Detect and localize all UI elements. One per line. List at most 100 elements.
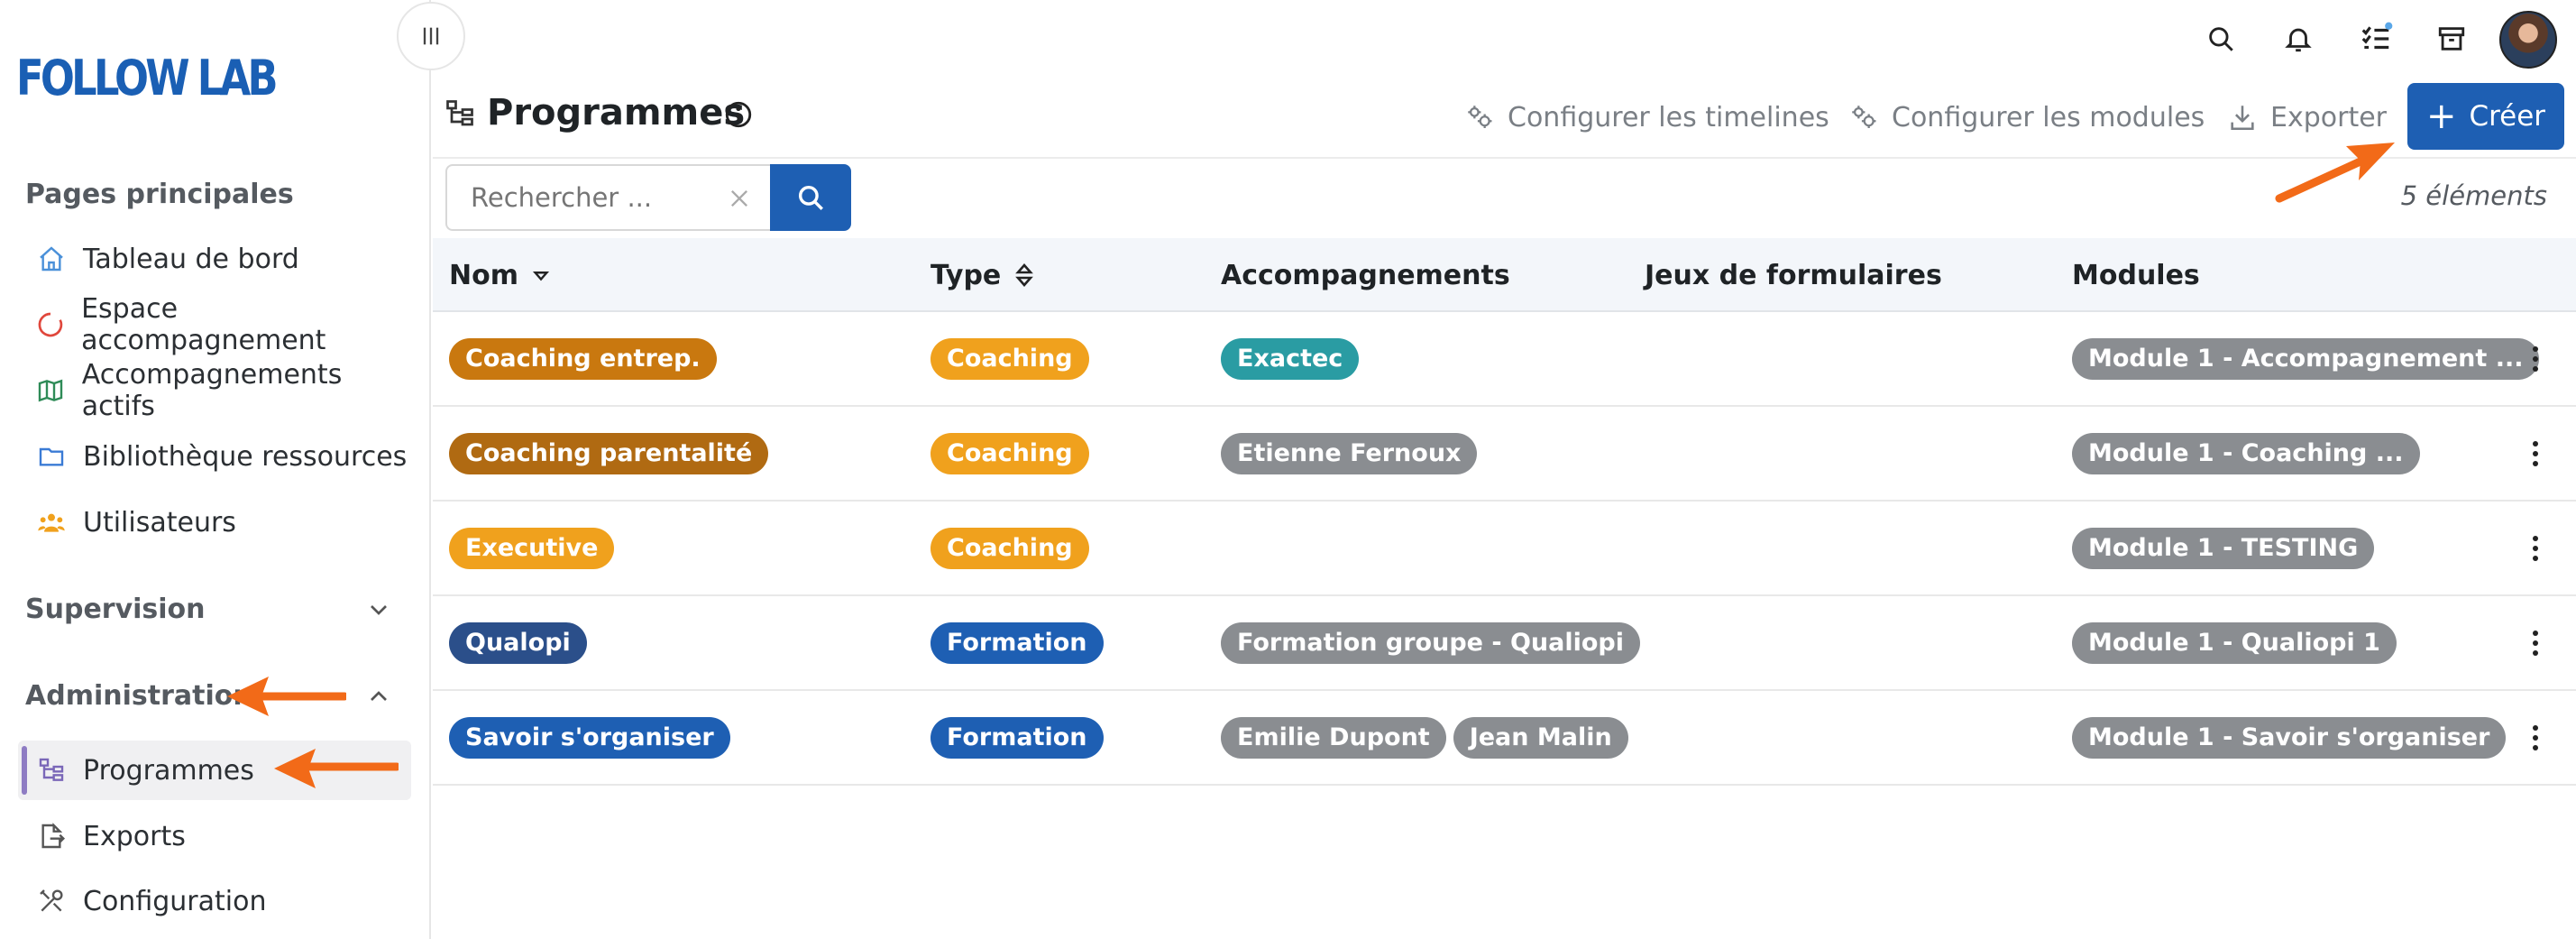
cell-type: Formation	[930, 691, 1111, 784]
table-row[interactable]: Executive Coaching Module 1 - TESTING	[433, 502, 2576, 596]
cell-nom: Qualopi	[449, 596, 594, 689]
bell-icon[interactable]	[2278, 18, 2319, 60]
configure-timelines-button[interactable]: Configurer les timelines	[1464, 99, 1829, 135]
module-badge[interactable]: Module 1 - Qualiopi 1	[2072, 621, 2397, 664]
program-name-badge[interactable]: Qualopi	[449, 621, 587, 664]
page-title: Programmes	[487, 92, 746, 133]
sidebar-item-utilisateurs[interactable]: Utilisateurs	[18, 493, 411, 552]
column-jeux-de-formulaires[interactable]: Jeux de formulaires	[1645, 238, 1942, 312]
cell-type: Coaching	[930, 407, 1096, 500]
accompagnement-badge[interactable]: Formation groupe - Qualiopi	[1221, 621, 1640, 664]
cell-modules: Module 1 - TESTING	[2072, 502, 2381, 594]
cell-accompagnements: Exactec	[1221, 312, 1366, 405]
program-name-badge[interactable]: Executive	[449, 527, 615, 569]
sidebar-item-espace-accompagnement[interactable]: Espace accompagnement	[18, 293, 411, 356]
table-row[interactable]: Coaching parentalité Coaching Etienne Fern…	[433, 407, 2576, 502]
sidebar-toggle-button[interactable]	[397, 2, 465, 70]
create-button[interactable]: + Créer	[2407, 83, 2564, 150]
table-row[interactable]: Qualopi Formation Formation groupe - Quali…	[433, 596, 2576, 691]
clear-icon[interactable]	[721, 180, 757, 216]
search-button[interactable]	[770, 164, 851, 231]
checklist-icon[interactable]	[2355, 18, 2397, 60]
module-badge[interactable]: Module 1 - Savoir s'organiser	[2072, 716, 2507, 759]
column-accompagnements[interactable]: Accompagnements	[1221, 238, 1510, 312]
tree-icon	[36, 755, 67, 786]
sidebar-item-configuration[interactable]: Configuration	[18, 871, 411, 931]
sidebar-item-exports[interactable]: Exports	[18, 806, 411, 866]
program-name-badge[interactable]: Savoir s'organiser	[449, 716, 730, 759]
users-icon	[36, 507, 67, 538]
type-badge[interactable]: Coaching	[930, 432, 1089, 474]
column-nom[interactable]: Nom	[449, 238, 551, 312]
program-name-badge[interactable]: Coaching parentalité	[449, 432, 769, 474]
section-administration[interactable]: Administration	[25, 680, 252, 712]
program-name-badge[interactable]: Coaching entrep.	[449, 337, 717, 380]
cell-nom: Savoir s'organiser	[449, 691, 738, 784]
type-badge[interactable]: Formation	[930, 716, 1104, 759]
section-supervision[interactable]: Supervision	[25, 594, 206, 625]
cell-type: Coaching	[930, 312, 1096, 405]
home-icon	[36, 244, 67, 274]
cell-modules: Module 1 - Coaching ...	[2072, 407, 2427, 500]
more-options-icon[interactable]	[2517, 341, 2553, 377]
accompagnement-badge[interactable]: Emilie Dupont	[1221, 716, 1446, 759]
results-count: 5 éléments	[2400, 180, 2547, 211]
type-badge[interactable]: Coaching	[930, 527, 1089, 569]
annotation-arrow	[227, 677, 346, 716]
module-badge[interactable]: Module 1 - Coaching ...	[2072, 432, 2420, 474]
followlab-logo[interactable]: FOLLOW LAB	[16, 50, 298, 106]
avatar[interactable]	[2499, 11, 2557, 69]
export-icon	[36, 821, 67, 852]
cell-accompagnements: Etienne Fernoux	[1221, 407, 1484, 500]
module-badge[interactable]: Module 1 - TESTING	[2072, 527, 2375, 569]
more-options-icon[interactable]	[2517, 530, 2553, 566]
sidebar-item-tableau-de-bord[interactable]: Tableau de bord	[18, 229, 411, 289]
sidebar-item-bibliotheque-ressources[interactable]: Bibliothèque ressources	[18, 427, 411, 486]
tools-icon	[36, 886, 67, 916]
map-icon	[36, 375, 66, 406]
column-modules[interactable]: Modules	[2072, 238, 2200, 312]
type-badge[interactable]: Coaching	[930, 337, 1089, 380]
cell-modules: Module 1 - Qualiopi 1	[2072, 596, 2404, 689]
chevron-up-icon[interactable]	[364, 682, 393, 711]
module-badge[interactable]: Module 1 - Accompagnement ...	[2072, 337, 2540, 380]
annotation-arrow	[2275, 143, 2395, 203]
search-icon[interactable]	[2200, 18, 2241, 60]
sort-desc-icon[interactable]	[531, 265, 551, 285]
cell-modules: Module 1 - Savoir s'organiser	[2072, 691, 2513, 784]
sidebar-item-accompagnements-actifs[interactable]: Accompagnements actifs	[18, 359, 411, 422]
section-pages-principales: Pages principales	[25, 179, 294, 210]
more-options-icon[interactable]	[2517, 625, 2553, 661]
search-icon	[798, 185, 823, 210]
export-button[interactable]: Exporter	[2227, 99, 2387, 135]
table-header: Nom Type Accompagnements Jeux de formula…	[433, 238, 2576, 312]
accompagnement-badge[interactable]: Etienne Fernoux	[1221, 432, 1478, 474]
info-icon[interactable]	[723, 99, 754, 130]
type-badge[interactable]: Formation	[930, 621, 1104, 664]
cell-type: Coaching	[930, 502, 1096, 594]
archive-icon[interactable]	[2431, 18, 2472, 60]
sort-icon[interactable]	[1013, 262, 1035, 289]
cell-nom: Coaching parentalité	[449, 407, 775, 500]
chevron-down-icon[interactable]	[364, 595, 393, 624]
column-type[interactable]: Type	[930, 238, 1035, 312]
cell-accompagnements: Emilie Dupont Jean Malin	[1221, 691, 1636, 784]
sidebar: FOLLOW LAB Pages principales Tableau de …	[0, 0, 431, 939]
more-options-icon[interactable]	[2517, 720, 2553, 756]
table-row[interactable]: Savoir s'organiser Formation Emilie Dupont…	[433, 691, 2576, 786]
configure-modules-button[interactable]: Configurer les modules	[1848, 99, 2205, 135]
cell-nom: Executive	[449, 502, 621, 594]
accompagnement-badge[interactable]: Exactec	[1221, 337, 1360, 380]
gears-icon	[1464, 102, 1495, 133]
table-row[interactable]: Coaching entrep. Coaching Exactec Module 1 …	[433, 312, 2576, 407]
cell-type: Formation	[930, 596, 1111, 689]
cell-accompagnements: Formation groupe - Qualiopi	[1221, 596, 1647, 689]
folder-icon	[36, 441, 67, 472]
more-options-icon[interactable]	[2517, 436, 2553, 472]
header-divider	[433, 157, 2576, 159]
accompagnement-badge[interactable]: Jean Malin	[1453, 716, 1628, 759]
download-icon	[2227, 102, 2258, 133]
plus-icon: +	[2425, 96, 2457, 137]
gears-icon	[1848, 102, 1879, 133]
annotation-arrow	[274, 749, 399, 788]
